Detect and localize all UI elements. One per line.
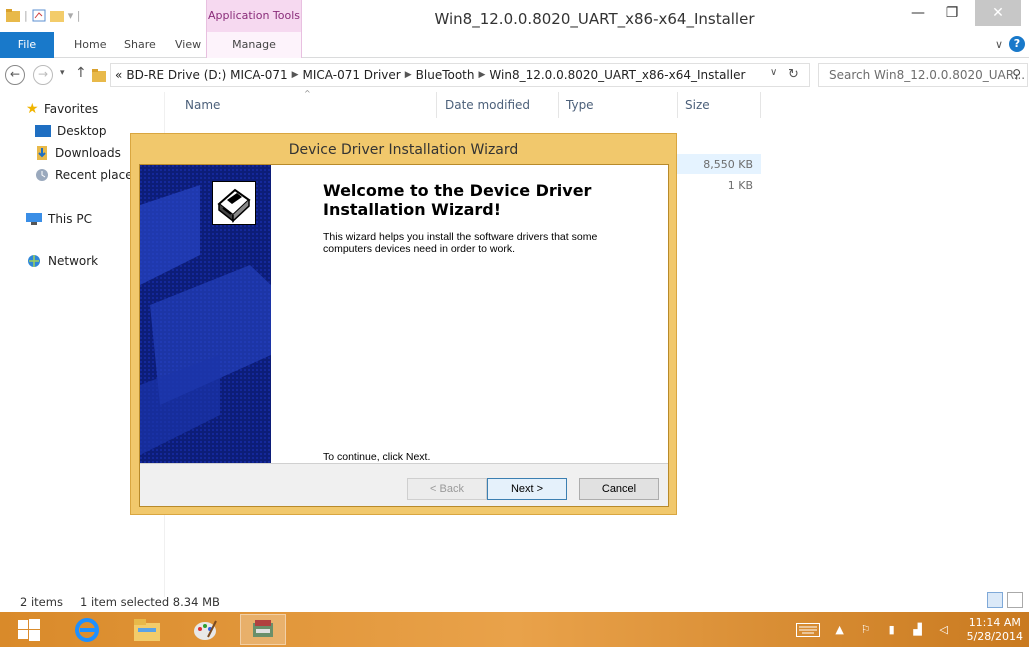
wizard-banner	[140, 165, 271, 463]
up-icon[interactable]: ↑	[75, 65, 87, 81]
nav-this-pc[interactable]: This PC	[26, 212, 92, 226]
star-icon: ★	[26, 101, 39, 117]
chevron-right-icon[interactable]: ▶	[405, 70, 412, 80]
network-icon	[28, 255, 40, 267]
volume-icon[interactable]: ◁	[937, 623, 951, 637]
chevron-right-icon[interactable]: ▶	[479, 70, 486, 80]
maximize-button[interactable]: ❐	[935, 0, 969, 26]
file-size: 8,550 KB	[703, 158, 753, 171]
computer-icon	[26, 213, 42, 225]
window-title: Win8_12.0.0.8020_UART_x86-x64_Installer	[434, 10, 755, 28]
flag-icon[interactable]: ⚐	[859, 623, 873, 637]
window-controls: — ❐ ✕	[901, 0, 1021, 26]
file-explorer-icon[interactable]	[124, 614, 170, 645]
start-button[interactable]	[6, 614, 52, 645]
wizard-heading: Welcome to the Device Driver Installatio…	[323, 181, 592, 219]
hardware-icon	[212, 181, 256, 225]
refresh-icon[interactable]: ↻	[788, 67, 799, 82]
search-input[interactable]: Search Win8_12.0.0.8020_UAR... ⚲	[818, 63, 1028, 87]
tab-home[interactable]: Home	[74, 32, 106, 58]
recent-places-icon	[36, 169, 48, 181]
column-size[interactable]: Size	[685, 92, 710, 120]
desktop-icon	[35, 125, 51, 137]
back-button[interactable]: < Back	[407, 478, 487, 500]
ribbon: File Home Share View Manage ∨ ?	[0, 32, 1029, 58]
close-button[interactable]: ✕	[975, 0, 1021, 26]
large-icons-view-icon[interactable]	[1007, 592, 1023, 608]
keyboard-icon[interactable]	[795, 622, 821, 637]
wizard-description: This wizard helps you install the softwa…	[323, 231, 598, 255]
file-size: 1 KB	[727, 179, 753, 192]
internet-explorer-icon[interactable]	[64, 614, 110, 645]
tab-manage[interactable]: Manage	[206, 32, 302, 58]
wizard-continue-text: To continue, click Next.	[323, 451, 431, 463]
title-bar: | ▾ | Application Tools Win8_12.0.0.8020…	[0, 0, 1029, 32]
nav-desktop[interactable]: Desktop	[35, 124, 107, 138]
wizard-title: Device Driver Installation Wizard	[288, 142, 519, 158]
address-field[interactable]: « BD-RE Drive (D:) MICA-071 ▶ MICA-071 D…	[110, 63, 810, 87]
breadcrumb-bluetooth[interactable]: BlueTooth	[416, 68, 475, 82]
details-view-icon[interactable]	[987, 592, 1003, 608]
minimize-button[interactable]: —	[901, 0, 935, 26]
address-bar-row: ← → ▾ ↑ « BD-RE Drive (D:) MICA-071 ▶ MI…	[0, 58, 1029, 92]
folder-icon	[92, 69, 106, 82]
tab-share[interactable]: Share	[124, 32, 156, 58]
breadcrumb-installer[interactable]: Win8_12.0.0.8020_UART_x86-x64_Installer	[489, 68, 745, 82]
status-bar: 2 items 1 item selected 8.34 MB	[0, 592, 1029, 612]
nav-recent-places[interactable]: Recent places	[35, 168, 139, 182]
show-hidden-icons[interactable]: ▲	[833, 623, 847, 637]
wizard-footer: < Back Next > Cancel	[140, 463, 668, 506]
power-icon[interactable]: ▮	[885, 623, 899, 637]
column-date-modified[interactable]: Date modified	[445, 92, 530, 120]
paint-icon[interactable]	[182, 614, 228, 645]
network-signal-icon[interactable]: ▟	[911, 623, 925, 637]
back-icon[interactable]: ←	[5, 65, 25, 85]
nav-downloads[interactable]: Downloads	[35, 146, 121, 160]
item-count: 2 items	[20, 595, 63, 609]
next-button[interactable]: Next >	[487, 478, 567, 500]
wizard-body: Welcome to the Device Driver Installatio…	[139, 164, 669, 507]
breadcrumb-driver[interactable]: MICA-071 Driver	[303, 68, 401, 82]
clock[interactable]: 11:14 AM 5/28/2014	[967, 616, 1023, 644]
tab-file[interactable]: File	[0, 32, 54, 58]
help-icon[interactable]: ?	[1009, 36, 1025, 52]
recent-locations-icon[interactable]: ▾	[60, 68, 65, 78]
driver-installer-taskbar-icon[interactable]	[240, 614, 286, 645]
selection-info: 1 item selected 8.34 MB	[80, 595, 220, 609]
sort-ascending-icon: ^	[304, 89, 311, 98]
column-name[interactable]: Name	[185, 92, 220, 120]
chevron-right-icon[interactable]: ▶	[292, 70, 299, 80]
breadcrumb-drive[interactable]: BD-RE Drive (D:) MICA-071	[126, 68, 287, 82]
nav-network[interactable]: Network	[26, 254, 98, 268]
forward-icon[interactable]: →	[33, 65, 53, 85]
driver-wizard-dialog: Device Driver Installation Wizard Welcom…	[130, 133, 677, 515]
expand-ribbon-icon[interactable]: ∨	[995, 38, 1003, 51]
taskbar: ▲ ⚐ ▮ ▟ ◁ 11:14 AM 5/28/2014	[0, 612, 1029, 647]
address-dropdown-icon[interactable]: ∨	[770, 67, 777, 78]
tab-view[interactable]: View	[175, 32, 201, 58]
windows-logo-icon	[18, 618, 40, 641]
system-tray: ▲ ⚐ ▮ ▟ ◁ 11:14 AM 5/28/2014	[789, 612, 1029, 647]
search-icon: ⚲	[1012, 67, 1021, 81]
nav-favorites[interactable]: ★ Favorites	[26, 102, 98, 116]
downloads-icon	[37, 146, 47, 160]
column-type[interactable]: Type	[566, 92, 594, 120]
cancel-button[interactable]: Cancel	[579, 478, 659, 500]
